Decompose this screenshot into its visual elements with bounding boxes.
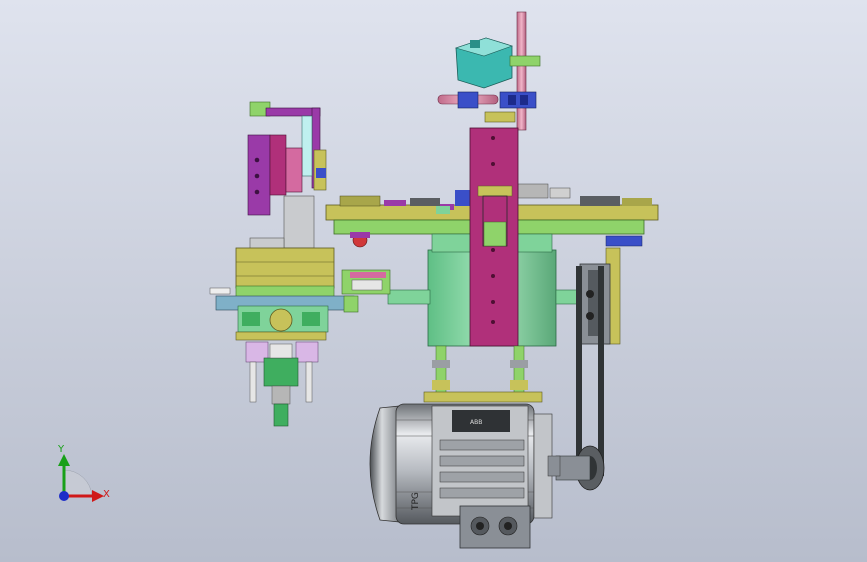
right-belt-drive	[555, 235, 643, 491]
electric-motor	[369, 403, 561, 549]
z-axis-dot	[59, 491, 69, 501]
y-axis-arrowhead	[58, 454, 70, 466]
olive-bracket	[484, 111, 516, 123]
triad-y-label: Y	[57, 444, 65, 455]
left-gripper-assembly	[209, 101, 391, 427]
magenta-column	[469, 127, 519, 347]
motor-nameplate: TPG	[411, 492, 421, 511]
teal-sensor-block	[454, 37, 541, 89]
pink-crossbar	[437, 91, 537, 109]
machine-assembly[interactable]: TPG ABB	[209, 11, 659, 549]
triad-plane-shade	[63, 469, 93, 497]
top-pink-rod	[516, 11, 527, 131]
coordinate-triad: Y X	[57, 444, 110, 502]
cad-viewport[interactable]: TPG ABB Y X	[0, 0, 867, 562]
triad-x-label: X	[103, 489, 110, 500]
motor-plate-text: ABB	[470, 419, 482, 426]
motor-supports	[423, 345, 543, 403]
